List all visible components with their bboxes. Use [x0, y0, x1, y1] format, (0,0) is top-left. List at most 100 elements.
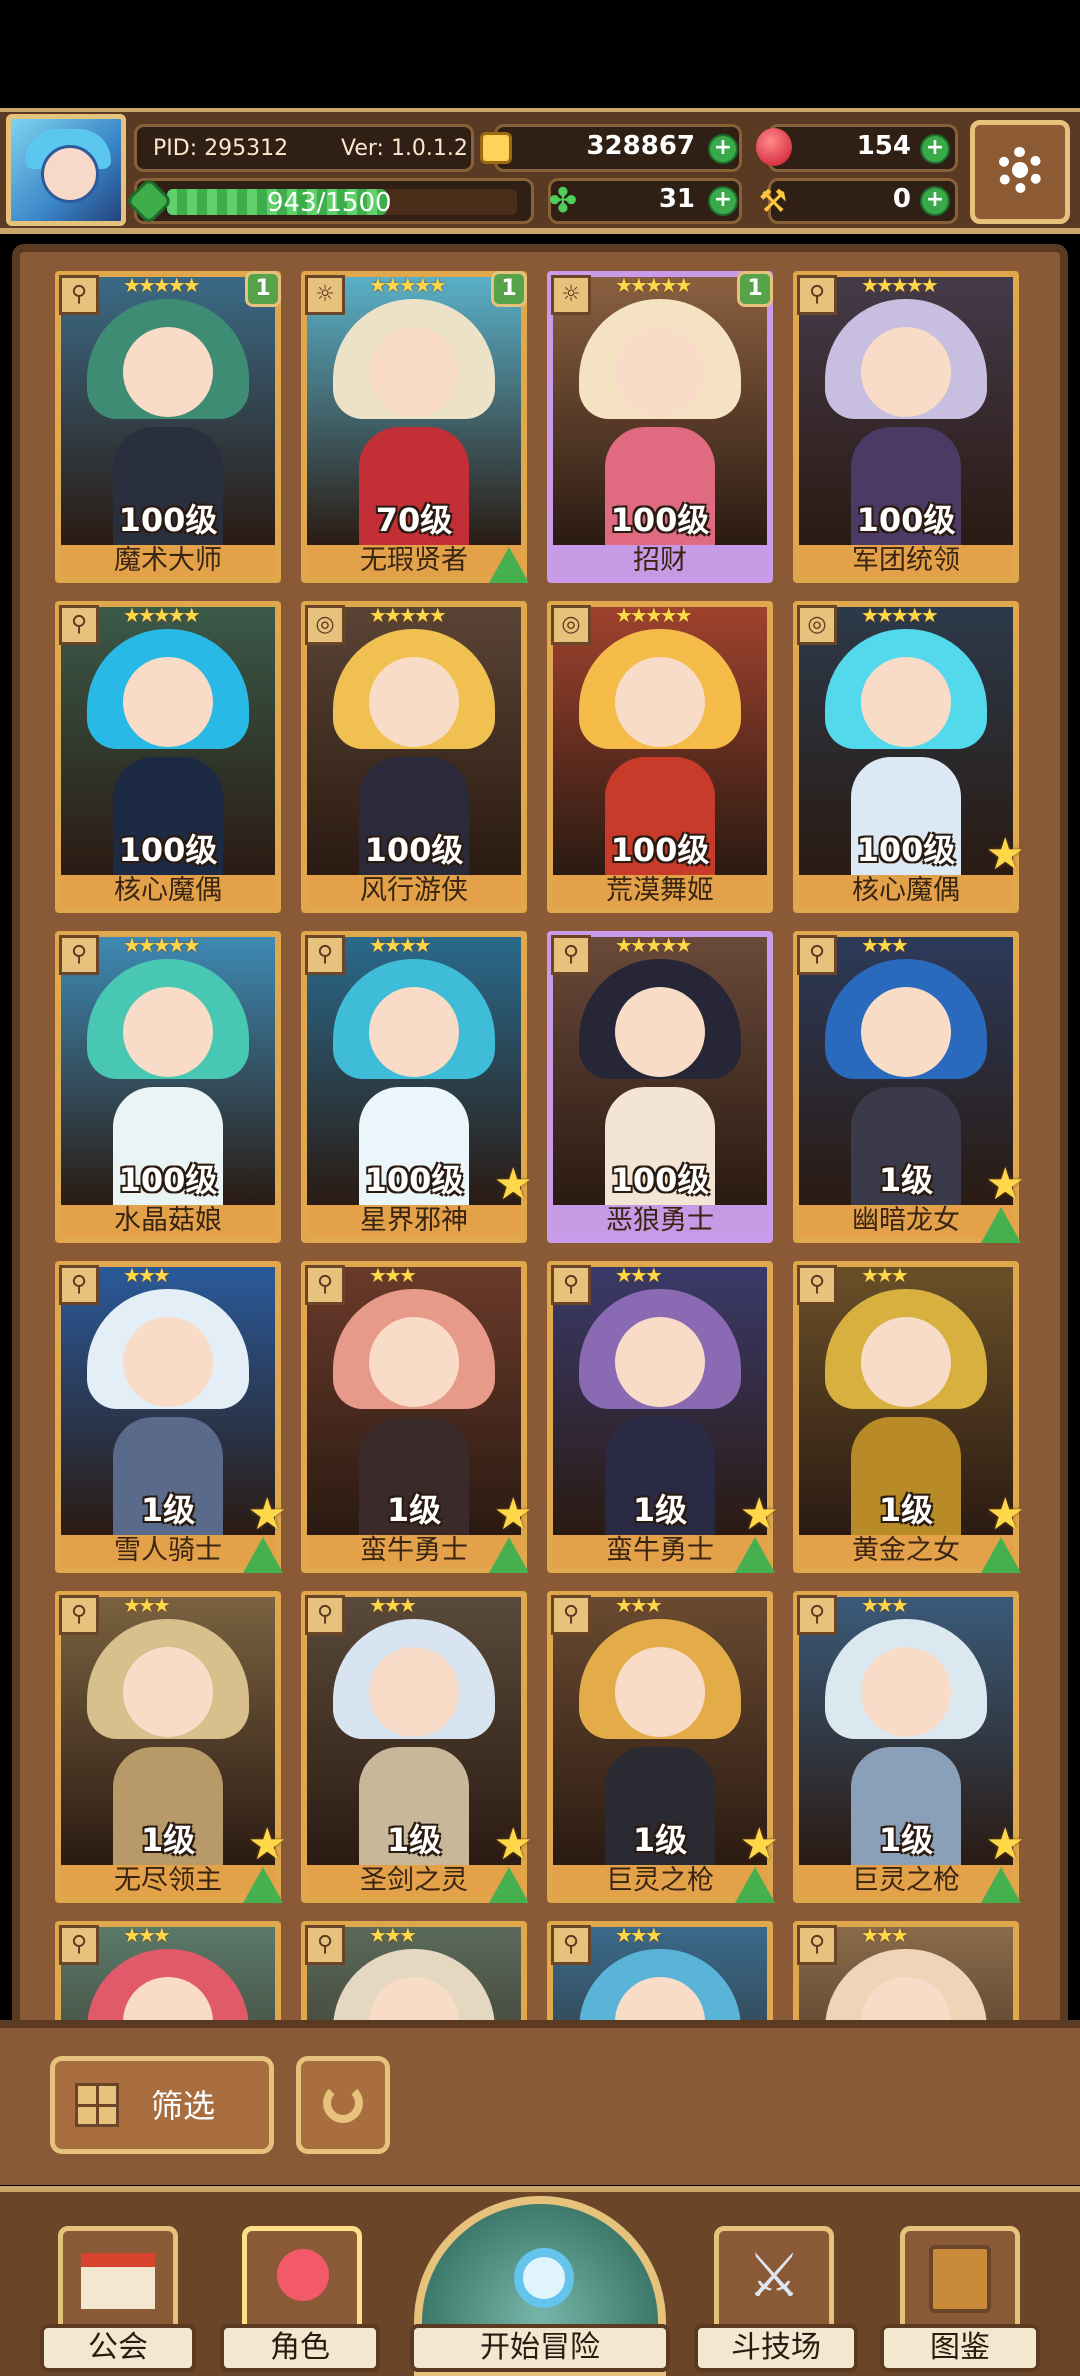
hero-grid[interactable]: ⚲ ★★★★★ 1 100级 魔术大师 ☼ ★★★★★ 1 70级 无瑕贤者 ☼ ★★★★★ 1 100级… — [50, 268, 1030, 2028]
hero-card[interactable]: ⚲ ★★★★★ 1 100级 魔术大师 — [55, 271, 281, 583]
element-icon: ⚲ — [59, 275, 99, 315]
star-rating: ★★★ — [615, 1923, 663, 1947]
element-icon: ⚲ — [59, 1595, 99, 1635]
notification-badge: 1 — [737, 271, 773, 307]
star-upgrade-icon: ★ — [739, 1489, 779, 1540]
hero-card[interactable]: ⚲ ★★★ 1级 幽暗龙女 ★ — [793, 931, 1025, 1243]
hero-level: 100级 — [364, 1161, 464, 1199]
element-icon: ⚲ — [551, 1595, 591, 1635]
hero-card[interactable]: ☼ ★★★★★ 1 70级 无瑕贤者 — [301, 271, 529, 583]
element-icon: ⚲ — [59, 605, 99, 645]
magnifier-icon — [514, 2248, 574, 2308]
hero-card[interactable]: ⚲ ★★★★★ 100级 核心魔偶 — [55, 601, 281, 913]
hero-card[interactable]: ⚲ ★★★ — [55, 1921, 281, 2028]
hero-card[interactable]: ⚲ ★★★ — [547, 1921, 773, 2028]
star-upgrade-icon: ★ — [247, 1819, 287, 1870]
hero-card[interactable]: ⚲ ★★★★★ 100级 水晶菇娘 — [55, 931, 281, 1243]
star-upgrade-icon: ★ — [739, 1819, 779, 1870]
level-up-arrow-icon — [981, 1537, 1021, 1573]
hero-card[interactable]: ⚲ ★★★★★ 100级 恶狼勇士 — [547, 931, 773, 1243]
star-rating: ★★★ — [615, 1263, 663, 1287]
hero-card[interactable]: ⚲ ★★★ — [793, 1921, 1019, 2028]
hero-card[interactable]: ⚲ ★★★ 1级 蛮牛勇士 ★ — [301, 1261, 533, 1573]
hero-level: 1级 — [632, 1821, 688, 1859]
level-up-arrow-icon — [243, 1867, 283, 1903]
star-rating: ★★★ — [123, 1923, 171, 1947]
hero-card[interactable]: ⚲ ★★★★ 100级 星界邪神 ★ — [301, 931, 533, 1243]
filter-button[interactable]: 筛选 — [50, 2056, 274, 2154]
hammer-value: 0 — [892, 184, 911, 214]
level-up-arrow-icon — [489, 1537, 529, 1573]
hero-level: 100级 — [610, 1161, 710, 1199]
info-pill: PID: 295312 Ver: 1.0.1.2 — [134, 124, 474, 172]
hero-name: 星界邪神 — [307, 1205, 521, 1237]
star-upgrade-icon: ★ — [493, 1489, 533, 1540]
settings-button[interactable] — [970, 120, 1070, 224]
element-icon: ⚲ — [551, 1925, 591, 1965]
gold-add-button[interactable]: + — [708, 134, 738, 164]
hero-level: 70级 — [375, 501, 453, 539]
star-rating: ★★★★★ — [369, 603, 447, 627]
hero-face — [123, 987, 213, 1077]
element-icon: ⚲ — [797, 1595, 837, 1635]
guild-house-icon — [81, 2253, 155, 2309]
gem-add-button[interactable]: + — [920, 134, 950, 164]
hero-card[interactable]: ⚲ ★★★ 1级 蛮牛勇士 ★ — [547, 1261, 779, 1573]
star-rating: ★★★ — [369, 1923, 417, 1947]
star-rating: ★★★ — [861, 1263, 909, 1287]
hero-level: 1级 — [386, 1821, 442, 1859]
book-icon — [929, 2245, 991, 2313]
hero-card[interactable]: ⚲ ★★★ — [301, 1921, 527, 2028]
hero-name: 风行游侠 — [307, 875, 521, 907]
nav-character-label: 角色 — [220, 2324, 380, 2372]
hero-card[interactable]: ◎ ★★★★★ 100级 核心魔偶 ★ — [793, 601, 1025, 913]
hero-card[interactable]: ⚲ ★★★★★ 100级 军团统领 — [793, 271, 1019, 583]
star-rating: ★★★ — [615, 1593, 663, 1617]
player-avatar[interactable] — [6, 114, 126, 226]
level-up-arrow-icon — [489, 1867, 529, 1903]
filter-label: 筛选 — [151, 2087, 216, 2125]
crossed-swords-icon: ⚔ — [747, 2241, 801, 2311]
hero-face — [861, 1317, 951, 1407]
refresh-button[interactable] — [296, 2056, 390, 2154]
hero-face — [615, 1647, 705, 1737]
hero-card[interactable]: ⚲ ★★★ 1级 巨灵之枪 ★ — [547, 1591, 779, 1903]
element-icon: ⚲ — [305, 1265, 345, 1305]
element-icon: ⚲ — [797, 1265, 837, 1305]
grid-icon — [75, 2083, 119, 2127]
hero-card[interactable]: ☼ ★★★★★ 1 100级 招财 — [547, 271, 773, 583]
hero-face — [615, 987, 705, 1077]
nav-guild-label: 公会 — [40, 2324, 196, 2372]
hero-card[interactable]: ⚲ ★★★ 1级 黄金之女 ★ — [793, 1261, 1025, 1573]
hero-card[interactable]: ◎ ★★★★★ 100级 荒漠舞姬 — [547, 601, 773, 913]
hero-level: 100级 — [118, 1161, 218, 1199]
nav-character-button[interactable] — [242, 2226, 362, 2336]
nav-arena-button[interactable]: ⚔ — [714, 2226, 834, 2336]
gear-icon — [997, 147, 1043, 193]
hero-card[interactable]: ⚲ ★★★ 1级 圣剑之灵 ★ — [301, 1591, 533, 1903]
avatar-face — [41, 145, 99, 203]
hero-card[interactable]: ◎ ★★★★★ 100级 风行游侠 — [301, 601, 527, 913]
star-rating: ★★★★★ — [615, 933, 693, 957]
element-icon: ◎ — [305, 605, 345, 645]
hero-level: 1级 — [878, 1821, 934, 1859]
hero-card[interactable]: ⚲ ★★★ 1级 雪人骑士 ★ — [55, 1261, 287, 1573]
star-rating: ★★★★★ — [861, 603, 939, 627]
element-icon: ◎ — [797, 605, 837, 645]
nav-codex-button[interactable] — [900, 2226, 1020, 2336]
level-up-arrow-icon — [735, 1537, 775, 1573]
element-icon: ☼ — [305, 275, 345, 315]
hero-card[interactable]: ⚲ ★★★ 1级 巨灵之枪 ★ — [793, 1591, 1025, 1903]
refresh-icon — [323, 2083, 363, 2123]
nav-arena-label: 斗技场 — [694, 2324, 858, 2372]
hero-face — [861, 327, 951, 417]
nav-guild-button[interactable] — [58, 2226, 178, 2336]
hero-face — [369, 327, 459, 417]
hero-card[interactable]: ⚲ ★★★ 1级 无尽领主 ★ — [55, 1591, 287, 1903]
hammer-add-button[interactable]: + — [920, 186, 950, 216]
gold-coin-icon — [480, 132, 512, 164]
hero-face — [369, 987, 459, 1077]
clover-add-button[interactable]: + — [708, 186, 738, 216]
hero-name: 魔术大师 — [61, 545, 275, 577]
element-icon: ⚲ — [797, 1925, 837, 1965]
